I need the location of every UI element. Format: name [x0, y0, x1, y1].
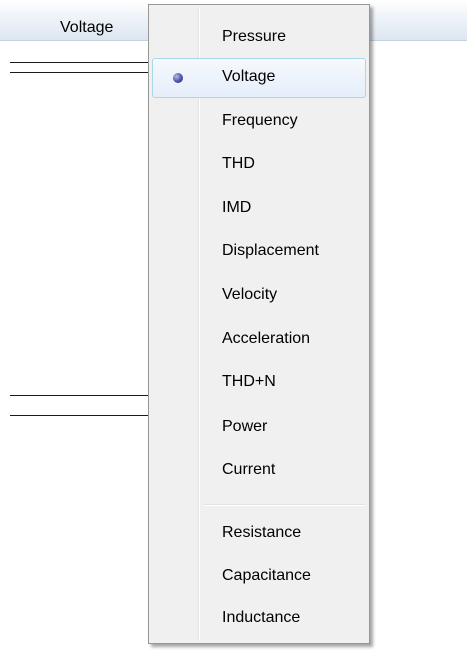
menu-item-acceleration[interactable]: Acceleration — [152, 320, 366, 360]
menu-item-label: THD — [222, 155, 255, 172]
unit-dropdown-menu: Pressure Voltage Frequency THD IMD Displ… — [148, 4, 370, 644]
menu-item-capacitance[interactable]: Capacitance — [152, 557, 366, 597]
menu-item-label: Current — [222, 461, 276, 478]
horizontal-rule — [10, 62, 150, 63]
menu-item-imd[interactable]: IMD — [152, 189, 366, 229]
menu-item-frequency[interactable]: Frequency — [152, 102, 366, 142]
menu-item-label: Capacitance — [222, 567, 311, 584]
menu-item-label: Displacement — [222, 242, 319, 259]
menu-item-label: Voltage — [222, 68, 276, 85]
page: Voltage Pressure Voltage Frequency THD I… — [0, 0, 467, 653]
menu-item-label: Velocity — [222, 286, 278, 303]
menu-item-thd-n[interactable]: THD+N — [152, 363, 366, 403]
menu-item-voltage[interactable]: Voltage — [152, 58, 366, 98]
horizontal-rule — [10, 415, 150, 416]
menu-item-label: Inductance — [222, 609, 301, 626]
menu-item-label: IMD — [222, 199, 252, 216]
horizontal-rule — [10, 395, 150, 396]
menu-item-current[interactable]: Current — [152, 451, 366, 491]
menu-item-label: Frequency — [222, 112, 298, 129]
menu-item-label: Acceleration — [222, 330, 311, 347]
menu-item-velocity[interactable]: Velocity — [152, 276, 366, 316]
menu-item-inductance[interactable]: Inductance — [152, 599, 366, 639]
menu-item-label: Pressure — [222, 28, 287, 45]
menu-item-pressure[interactable]: Pressure — [152, 18, 366, 58]
menu-item-label: THD+N — [222, 373, 276, 390]
menu-item-resistance[interactable]: Resistance — [152, 514, 366, 554]
horizontal-rule — [10, 72, 150, 73]
menu-separator — [204, 504, 365, 506]
menu-item-displacement[interactable]: Displacement — [152, 232, 366, 272]
radio-selected-icon — [173, 73, 183, 83]
menu-item-label: Resistance — [222, 524, 302, 541]
header-label[interactable]: Voltage — [60, 19, 113, 37]
menu-item-power[interactable]: Power — [152, 408, 366, 448]
menu-item-thd[interactable]: THD — [152, 145, 366, 185]
menu-item-label: Power — [222, 418, 268, 435]
